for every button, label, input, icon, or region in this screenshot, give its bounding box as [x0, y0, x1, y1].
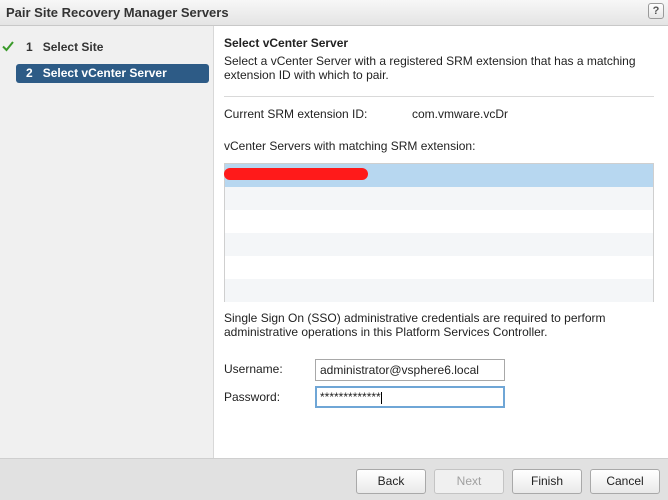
list-item — [225, 279, 653, 302]
dialog-title: Pair Site Recovery Manager Servers — [6, 5, 229, 20]
list-item — [225, 210, 653, 233]
help-icon[interactable]: ? — [648, 3, 664, 19]
vcenter-server-list[interactable] — [224, 163, 654, 302]
server-list-label: vCenter Servers with matching SRM extens… — [224, 139, 476, 153]
check-icon — [2, 41, 14, 52]
password-field[interactable]: ************* — [315, 386, 505, 408]
step-number: 2 — [26, 66, 33, 80]
step-select-vcenter-server[interactable]: 2 Select vCenter Server — [16, 64, 209, 83]
password-label: Password: — [224, 390, 281, 404]
cancel-button[interactable]: Cancel — [590, 469, 660, 494]
finish-button[interactable]: Finish — [512, 469, 582, 494]
password-mask: ************* — [320, 390, 381, 404]
step-number: 1 — [26, 40, 33, 54]
divider — [224, 96, 654, 97]
next-button[interactable]: Next — [434, 469, 504, 494]
wizard-sidebar: 1 Select Site 2 Select vCenter Server — [0, 26, 214, 458]
username-label: Username: — [224, 362, 283, 376]
extension-id-label: Current SRM extension ID: — [224, 107, 368, 121]
dialog-footer: Back Next Finish Cancel — [0, 458, 668, 500]
step-label: Select vCenter Server — [42, 66, 167, 80]
list-item — [225, 256, 653, 279]
back-button[interactable]: Back — [356, 469, 426, 494]
dialog-titlebar: Pair Site Recovery Manager Servers ? — [0, 0, 668, 26]
step-select-site[interactable]: 1 Select Site — [16, 38, 209, 57]
list-item — [225, 187, 653, 210]
extension-id-value: com.vmware.vcDr — [412, 107, 509, 121]
step-label: Select Site — [42, 40, 104, 54]
page-description: Select a vCenter Server with a registere… — [224, 54, 636, 82]
text-caret — [380, 391, 382, 404]
sso-note: Single Sign On (SSO) administrative cred… — [224, 311, 606, 339]
username-field[interactable]: administrator@vsphere6.local — [315, 359, 505, 381]
list-item[interactable] — [224, 164, 653, 187]
list-item — [225, 233, 653, 256]
page-heading: Select vCenter Server — [224, 36, 349, 50]
redacted-server-name — [224, 168, 368, 180]
